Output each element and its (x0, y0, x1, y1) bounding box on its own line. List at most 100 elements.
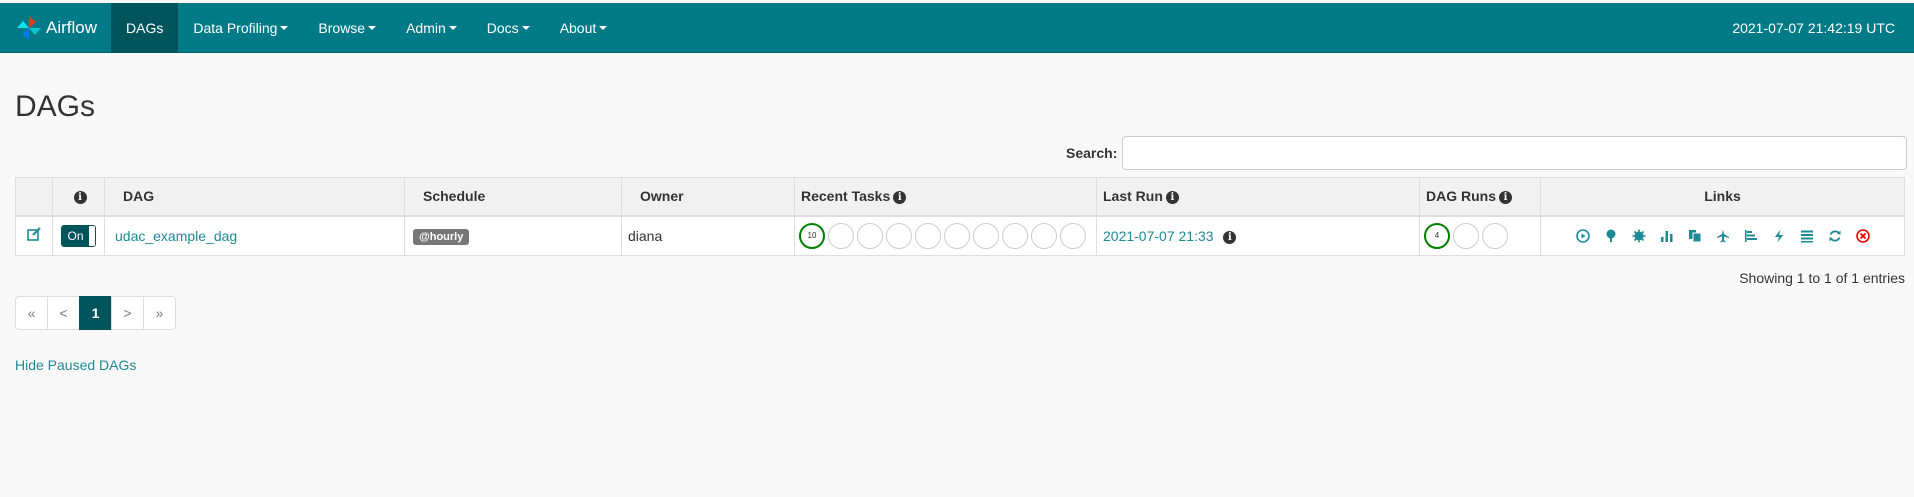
table-row: On udac_example_dag @hourly diana 10 202… (15, 215, 1905, 256)
page-title: DAGs (15, 90, 96, 123)
recent-task-status-circle[interactable] (944, 222, 970, 249)
header-recent-tasks: Recent Tasks i (794, 177, 1097, 217)
search-box: Search: (1066, 136, 1908, 170)
dags-table: i DAG Schedule Owner Recent Tasks i Last … (15, 177, 1905, 256)
links-cell (1540, 215, 1905, 256)
header-dag-runs-label: DAG Runs (1426, 188, 1496, 205)
logs-icon[interactable] (1800, 229, 1814, 243)
header-toggle: i (52, 177, 105, 217)
links-icons (1549, 228, 1896, 243)
header-recent-tasks-label: Recent Tasks (801, 188, 891, 205)
header-schedule[interactable]: Schedule (404, 177, 622, 217)
search-input[interactable] (1122, 136, 1908, 170)
dag-run-status-circle[interactable] (1453, 222, 1479, 249)
recent-tasks-circles: 10 (799, 222, 1088, 249)
search-label: Search: (1066, 145, 1118, 161)
navbar: Airflow DAGs Data Profiling Browse Admin… (0, 2, 1914, 53)
graph-view-icon[interactable] (1632, 229, 1646, 243)
nav-browse-label: Browse (318, 19, 366, 36)
header-dag[interactable]: DAG (104, 177, 405, 217)
caret-down-icon (521, 25, 530, 30)
header-dag-runs: DAG Runs i (1419, 177, 1541, 217)
recent-task-status-circle[interactable] (1031, 222, 1057, 249)
dag-cell: udac_example_dag (104, 215, 405, 256)
edit-cell (15, 215, 53, 256)
schedule-cell: @hourly (404, 215, 622, 256)
schedule-badge[interactable]: @hourly (413, 228, 470, 245)
dag-runs-circles: 4 (1424, 222, 1532, 249)
recent-task-status-circle[interactable] (886, 222, 912, 249)
code-view-icon[interactable] (1772, 229, 1786, 243)
toggle-label: On (62, 225, 89, 246)
brand-label: Airflow (46, 17, 98, 37)
gantt-icon[interactable] (1744, 229, 1758, 243)
airflow-pinwheel-icon (17, 15, 41, 40)
dag-pause-toggle[interactable]: On (61, 224, 96, 247)
nav-dags-label: DAGs (126, 19, 164, 36)
delete-dag-icon[interactable] (1855, 228, 1870, 243)
nav-admin[interactable]: Admin (391, 3, 472, 53)
nav-about[interactable]: About (545, 3, 623, 53)
header-edit (15, 177, 53, 217)
header-schedule-label: Schedule (423, 188, 486, 205)
nav-docs[interactable]: Docs (472, 3, 545, 53)
trigger-dag-icon[interactable] (1575, 228, 1590, 243)
header-owner[interactable]: Owner (621, 177, 795, 217)
nav-dags[interactable]: DAGs (111, 2, 179, 53)
header-dag-label: DAG (123, 188, 155, 205)
recent-task-status-circle[interactable] (1002, 222, 1028, 249)
recent-task-status-circle[interactable] (857, 222, 883, 249)
header-owner-label: Owner (640, 188, 684, 205)
header-last-run-label: Last Run (1103, 188, 1163, 205)
header-links: Links (1540, 177, 1905, 217)
caret-down-icon (448, 25, 457, 30)
recent-task-status-circle[interactable]: 10 (799, 222, 825, 249)
recent-task-status-circle[interactable] (1060, 222, 1086, 249)
owner-cell: diana (621, 215, 795, 256)
edit-icon[interactable] (27, 227, 41, 242)
dag-run-status-circle[interactable] (1482, 222, 1508, 249)
entries-info: Showing 1 to 1 of 1 entries (1739, 270, 1905, 286)
recent-tasks-cell: 10 (794, 215, 1097, 256)
info-icon[interactable]: i (1165, 191, 1179, 205)
dag-runs-cell: 4 (1419, 215, 1541, 256)
recent-task-status-circle[interactable] (973, 222, 999, 249)
nav-admin-label: Admin (406, 19, 446, 36)
tree-view-icon[interactable] (1604, 229, 1618, 243)
recent-task-status-circle[interactable] (828, 222, 854, 249)
brand-logo[interactable]: Airflow (0, 3, 111, 53)
nav-data-profiling[interactable]: Data Profiling (178, 3, 303, 53)
page-prev-button[interactable]: < (47, 296, 80, 330)
caret-down-icon (368, 25, 377, 30)
nav-about-label: About (559, 19, 597, 36)
caret-down-icon (280, 25, 289, 30)
header-last-run: Last Run i (1096, 177, 1420, 217)
last-run-cell: 2021-07-07 21:33 i (1096, 215, 1420, 256)
page-current-button[interactable]: 1 (79, 296, 112, 330)
table-header-row: i DAG Schedule Owner Recent Tasks i Last … (15, 177, 1905, 217)
info-icon[interactable]: i (73, 191, 87, 205)
info-icon[interactable]: i (1223, 230, 1237, 244)
page-next-button[interactable]: > (111, 296, 144, 330)
info-icon[interactable]: i (1499, 191, 1512, 205)
recent-task-status-circle[interactable] (915, 222, 941, 249)
page-last-button[interactable]: » (143, 296, 176, 330)
task-duration-icon[interactable] (1660, 229, 1674, 243)
caret-down-icon (599, 25, 608, 30)
info-icon[interactable]: i (893, 191, 907, 205)
hide-paused-dags-link[interactable]: Hide Paused DAGs (15, 357, 136, 373)
landing-times-icon[interactable] (1716, 229, 1730, 243)
nav-browse[interactable]: Browse (303, 3, 391, 53)
last-run-link[interactable]: 2021-07-07 21:33 (1103, 228, 1214, 244)
toggle-knob (89, 225, 95, 246)
page-first-button[interactable]: « (15, 296, 48, 330)
dag-id-link[interactable]: udac_example_dag (115, 228, 237, 244)
task-tries-icon[interactable] (1688, 229, 1702, 243)
nav-data-profiling-label: Data Profiling (193, 19, 278, 36)
toggle-cell: On (52, 215, 105, 256)
dag-run-status-circle[interactable]: 4 (1424, 222, 1450, 249)
pagination: « < 1 > » (15, 296, 176, 330)
refresh-icon[interactable] (1828, 229, 1842, 243)
nav-docs-label: Docs (486, 19, 519, 36)
utc-clock: 2021-07-07 21:42:19 UTC (1732, 20, 1895, 36)
